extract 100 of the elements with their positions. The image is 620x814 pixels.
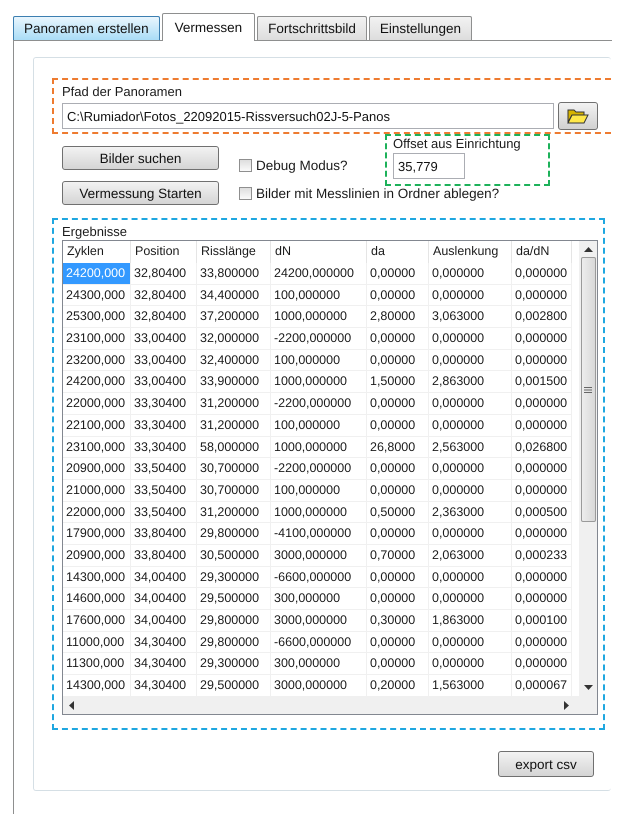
table-cell: 0,000000 xyxy=(512,350,572,372)
table-cell: 17600,000 xyxy=(63,610,131,632)
column-header[interactable]: da xyxy=(367,241,429,263)
table-cell: 24200,000000 xyxy=(271,263,367,285)
table-cell: 31,200000 xyxy=(197,502,271,524)
table-cell: 32,400000 xyxy=(197,350,271,372)
table-cell: 100,000000 xyxy=(271,350,367,372)
table-cell: 0,000000 xyxy=(429,523,512,545)
table-cell: 14600,000 xyxy=(63,588,131,610)
table-cell: 33,00400 xyxy=(131,350,197,372)
table-cell: 25300,000 xyxy=(63,306,131,328)
table-cell: 0,000000 xyxy=(429,414,512,436)
table-cell: 0,000000 xyxy=(429,263,512,285)
browse-button[interactable] xyxy=(558,102,598,130)
table-cell: 0,000000 xyxy=(512,523,572,545)
table-cell: 20900,000 xyxy=(63,458,131,480)
table-cell: 100,000000 xyxy=(271,480,367,502)
table-cell: 37,200000 xyxy=(197,306,271,328)
vertical-scrollbar[interactable] xyxy=(579,241,597,696)
table-cell: 0,00000 xyxy=(367,632,429,654)
table-cell: 32,80400 xyxy=(131,306,197,328)
table-cell: 24300,000 xyxy=(63,284,131,306)
table-cell: 0,000000 xyxy=(429,588,512,610)
table-cell: 21000,000 xyxy=(63,480,131,502)
table-cell: 14300,000 xyxy=(63,566,131,588)
table-cell: -6600,000000 xyxy=(271,632,367,654)
table-cell: 300,000000 xyxy=(271,653,367,676)
scroll-up-icon[interactable] xyxy=(584,247,592,253)
scroll-right-icon[interactable] xyxy=(563,700,569,710)
table-cell: 33,80400 xyxy=(131,523,197,545)
table-cell: 0,000000 xyxy=(429,350,512,372)
table-cell: 0,70000 xyxy=(367,544,429,567)
table-cell: 0,000000 xyxy=(512,263,572,285)
table-cell: 33,30400 xyxy=(131,436,197,458)
table-cell: 0,000000 xyxy=(512,480,572,502)
table-cell: 11300,000 xyxy=(63,653,131,676)
table-cell: 29,800000 xyxy=(197,632,271,654)
table-cell: 0,000000 xyxy=(429,653,512,676)
table-cell: 0,00000 xyxy=(367,350,429,372)
table-cell: 0,000000 xyxy=(512,653,572,676)
table-cell: 0,000000 xyxy=(512,328,572,350)
table-cell: 33,30400 xyxy=(131,414,197,436)
table-cell: 0,000500 xyxy=(512,502,572,524)
column-header[interactable]: Risslänge xyxy=(197,241,271,263)
path-field[interactable]: C:\Rumiador\Fotos_22092015-Rissversuch02J-5-Panos xyxy=(62,103,554,129)
table-cell: 2,863000 xyxy=(429,371,512,394)
table-cell: 0,00000 xyxy=(367,393,429,415)
horizontal-scrollbar[interactable] xyxy=(63,696,597,714)
tab[interactable]: Panoramen erstellen xyxy=(13,16,160,40)
table-cell: 34,00400 xyxy=(131,588,197,610)
table-cell: 0,30000 xyxy=(367,610,429,632)
table-cell: 33,80400 xyxy=(131,544,197,567)
results-label: Ergebnisse xyxy=(62,224,128,239)
checkbox[interactable] xyxy=(239,187,252,200)
table-cell: 0,00000 xyxy=(367,284,429,306)
scroll-down-icon[interactable] xyxy=(584,684,592,690)
column-header[interactable]: Auslenkung xyxy=(429,241,512,263)
export-button[interactable]: export csv xyxy=(498,751,594,777)
table-cell: 23200,000 xyxy=(63,350,131,372)
table-cell: 0,00000 xyxy=(367,263,429,285)
table-cell: 0,000000 xyxy=(429,328,512,350)
table-cell: 30,700000 xyxy=(197,480,271,502)
offset-field[interactable]: 35,779 xyxy=(393,153,465,179)
table-cell: 300,000000 xyxy=(271,588,367,610)
table-cell: -6600,000000 xyxy=(271,566,367,588)
table-cell: 32,000000 xyxy=(197,328,271,350)
checkbox[interactable] xyxy=(239,159,252,172)
offset-label: Offset aus Einrichtung xyxy=(393,136,522,151)
column-header[interactable]: dN xyxy=(271,241,367,263)
table-cell: 58,000000 xyxy=(197,436,271,458)
path-label: Pfad der Panoramen xyxy=(62,84,183,99)
scroll-thumb[interactable] xyxy=(580,257,596,522)
tab[interactable]: Fortschrittsbild xyxy=(257,16,367,40)
table-cell: 32,80400 xyxy=(131,284,197,306)
action-button[interactable]: Vermessung Starten xyxy=(62,181,219,205)
table-cell: -4100,000000 xyxy=(271,523,367,545)
table-cell: 0,000000 xyxy=(512,414,572,436)
scroll-left-icon[interactable] xyxy=(69,700,75,710)
tab[interactable]: Einstellungen xyxy=(368,16,472,40)
table-cell: 34,00400 xyxy=(131,610,197,632)
table-cell: 33,50400 xyxy=(131,502,197,524)
tab[interactable]: Vermessen xyxy=(162,13,256,41)
checkbox-label: Bilder mit Messlinien in Ordner ablegen? xyxy=(256,186,500,201)
table-cell: 2,363000 xyxy=(429,502,512,524)
table-cell: 3000,000000 xyxy=(271,610,367,632)
table-cell: 0,00000 xyxy=(367,480,429,502)
table-cell: 33,30400 xyxy=(131,393,197,415)
action-button[interactable]: Bilder suchen xyxy=(62,146,219,170)
table-cell: 2,563000 xyxy=(429,436,512,458)
table-cell: 3,063000 xyxy=(429,306,512,328)
table-cell: 0,00000 xyxy=(367,653,429,676)
table-cell: 0,000000 xyxy=(429,393,512,415)
table-cell: 0,000000 xyxy=(429,632,512,654)
table-cell: -2200,000000 xyxy=(271,393,367,415)
table-cell: 0,00000 xyxy=(367,566,429,588)
column-header[interactable]: Position xyxy=(131,241,197,263)
column-header[interactable]: da/dN xyxy=(512,241,572,263)
table-cell: 29,300000 xyxy=(197,653,271,676)
table-cell: 33,800000 xyxy=(197,263,271,285)
table-cell: 29,300000 xyxy=(197,566,271,588)
